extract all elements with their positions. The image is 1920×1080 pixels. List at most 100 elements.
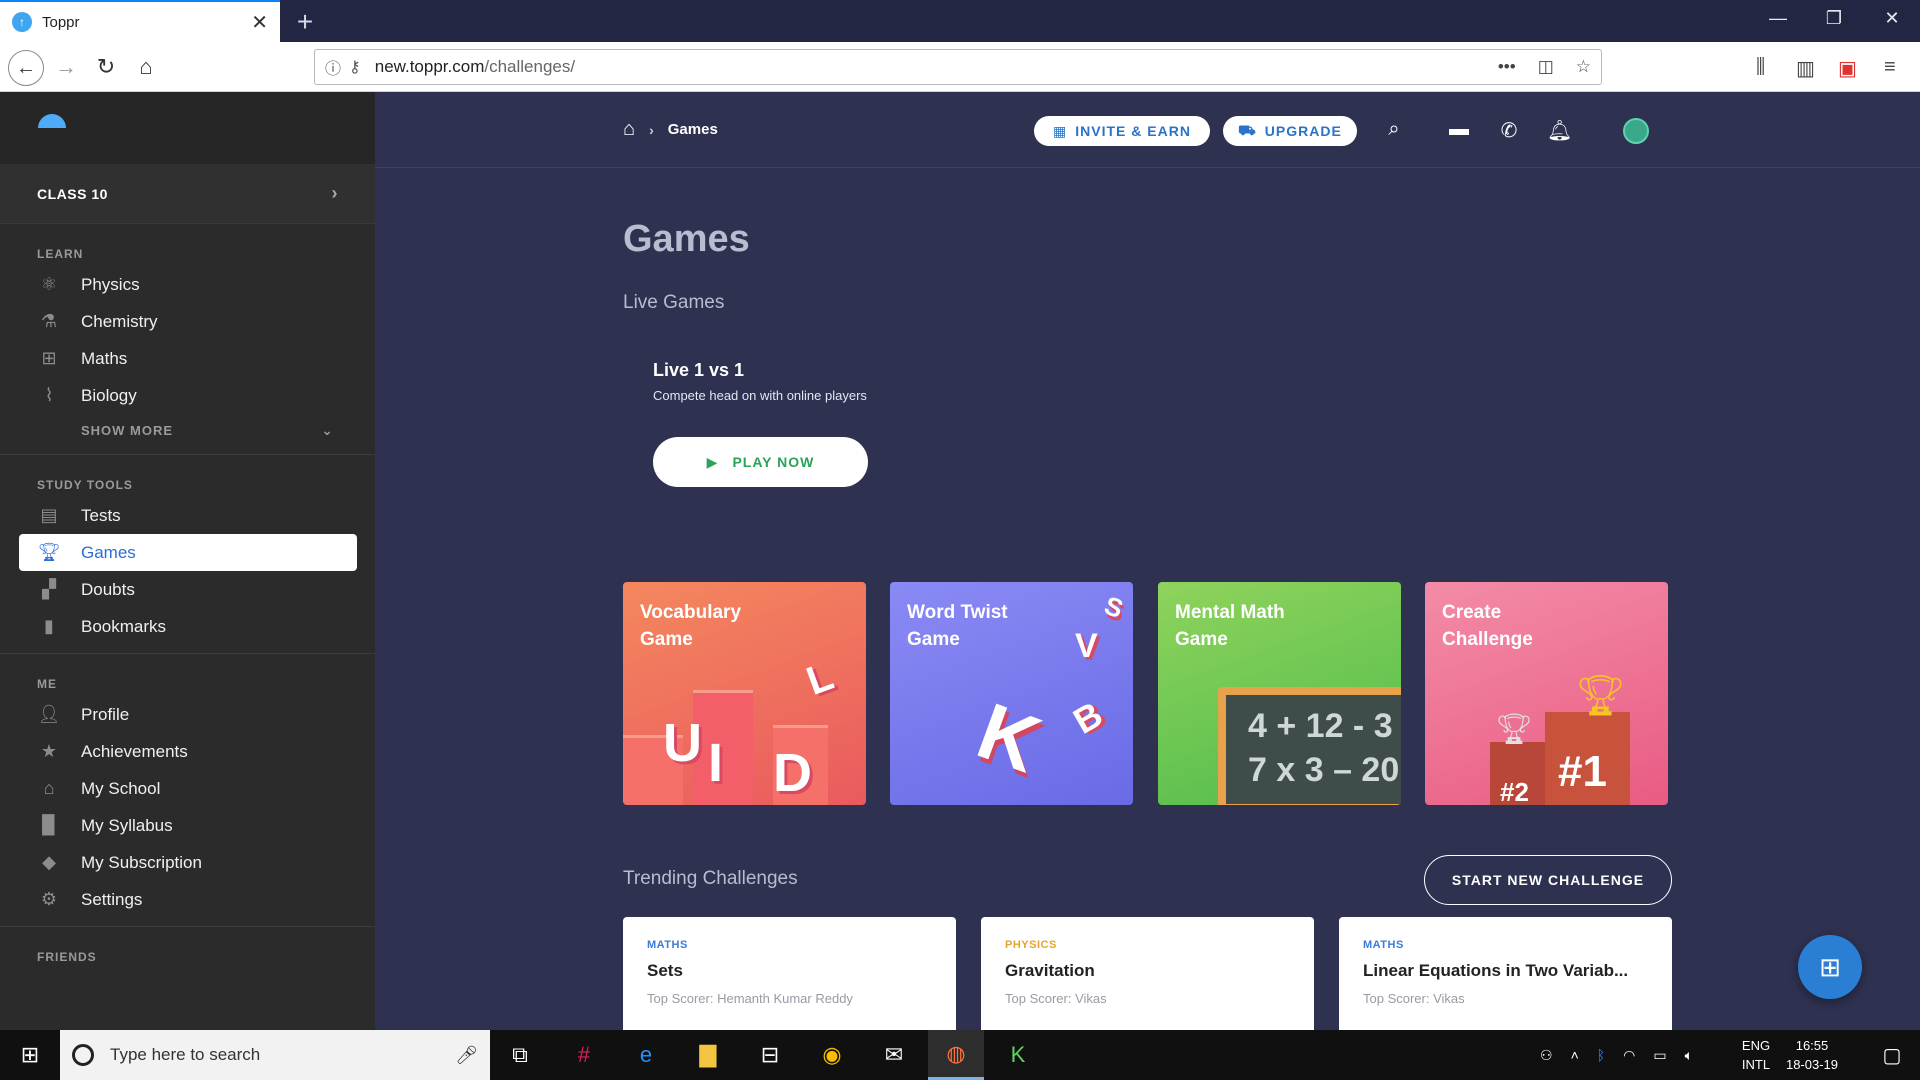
edge-icon[interactable]: e — [618, 1030, 674, 1080]
upgrade-button[interactable]: ⛟ UPGRADE — [1223, 116, 1357, 146]
game-card-title: Create Challenge — [1442, 602, 1533, 650]
wifi-icon[interactable]: ◠ — [1623, 1047, 1635, 1064]
reload-icon[interactable]: ↻ — [90, 51, 122, 83]
file-explorer-icon[interactable]: ▇ — [680, 1030, 736, 1080]
toppr-logo-icon[interactable] — [38, 114, 66, 128]
word-twist-game-card[interactable]: K B V S Word Twist Game — [890, 582, 1133, 805]
create-challenge-card[interactable]: #2 #1 🏆︎ 🏆︎ Create Challenge — [1425, 582, 1668, 805]
bookmark-star-icon[interactable]: ☆ — [1576, 57, 1591, 77]
slack-icon[interactable]: # — [556, 1030, 612, 1080]
home-icon[interactable]: ⌂ — [623, 118, 635, 141]
notifications-icon[interactable]: ▢ — [1864, 1030, 1920, 1080]
sidebar-item-games[interactable]: 🏆︎ Games — [19, 534, 357, 571]
class-selector[interactable]: CLASS 10 › — [0, 164, 375, 224]
challenge-card[interactable]: MATHS Sets Top Scorer: Hemanth Kumar Red… — [623, 917, 956, 1030]
me-section: ME 👤︎ Profile ★ Achievements ⌂ My School… — [0, 654, 375, 927]
sidebar-item-label: My Syllabus — [81, 815, 173, 835]
menu-icon[interactable]: ≡ — [1884, 56, 1896, 79]
new-tab-icon[interactable]: + — [290, 6, 320, 38]
task-view-icon[interactable]: ⧉ — [492, 1030, 548, 1080]
battery-icon[interactable]: ▭ — [1653, 1047, 1666, 1064]
clock[interactable]: 16:55 18-03-19 — [1782, 1036, 1842, 1074]
firefox-icon[interactable]: ◍ — [928, 1030, 984, 1080]
sidebar-item-biology[interactable]: ⌇ Biology — [0, 377, 375, 414]
sidebar-item-tests[interactable]: ▤ Tests — [0, 497, 375, 534]
sidebar-item-label: Settings — [81, 889, 143, 909]
sidebar-toggle-icon[interactable]: ▥ — [1796, 56, 1815, 81]
close-window-button[interactable]: ✕ — [1872, 8, 1912, 29]
people-icon[interactable]: ⚇ — [1540, 1047, 1553, 1064]
address-bar[interactable]: ⓘ ⚷ new.toppr.com/challenges/ ••• ◫ ☆ — [314, 49, 1602, 85]
chevron-right-icon: › — [649, 121, 654, 138]
invite-earn-label: INVITE & EARN — [1075, 123, 1191, 139]
sidebar-item-settings[interactable]: ⚙ Settings — [0, 881, 375, 918]
bluetooth-icon[interactable]: ᛒ — [1597, 1047, 1605, 1063]
home-icon[interactable]: ⌂ — [130, 51, 162, 83]
sidebar-item-doubts[interactable]: ▞ Doubts — [0, 571, 375, 608]
sidebar-item-label: Doubts — [81, 579, 135, 599]
messages-icon[interactable]: ▬ — [1447, 118, 1471, 141]
info-icon[interactable]: ⓘ — [325, 55, 341, 79]
game-card-title: Word Twist Game — [907, 602, 1008, 650]
input-language[interactable]: ENG INTL — [1736, 1036, 1776, 1074]
page-title: Games — [623, 218, 750, 260]
sidebar-item-label: Profile — [81, 704, 130, 724]
store-icon[interactable]: ⊟ — [742, 1030, 798, 1080]
show-more-toggle[interactable]: SHOW MORE ⌄ — [0, 414, 375, 446]
close-tab-icon[interactable]: ✕ — [251, 10, 268, 35]
minimize-button[interactable]: — — [1758, 8, 1798, 29]
forward-arrow-icon[interactable]: → — [50, 51, 82, 83]
more-actions-icon[interactable]: ••• — [1498, 57, 1516, 77]
challenge-subject: PHYSICS — [1005, 939, 1057, 951]
taskbar-search-box[interactable]: Type here to search 🎤︎ — [60, 1030, 490, 1080]
invite-earn-button[interactable]: ▦ INVITE & EARN — [1034, 116, 1210, 146]
sidebar-item-my-subscription[interactable]: ◆ My Subscription — [0, 844, 375, 881]
sidebar-item-profile[interactable]: 👤︎ Profile — [0, 696, 375, 733]
challenge-card[interactable]: PHYSICS Gravitation Top Scorer: Vikas — [981, 917, 1314, 1030]
back-arrow-icon[interactable]: ← — [8, 50, 44, 86]
chat-icon: ▞ — [42, 579, 56, 599]
url-host: new.toppr.com — [374, 57, 485, 76]
restore-button[interactable]: ❐ — [1814, 8, 1854, 29]
extension-icon[interactable]: ▣ — [1838, 56, 1857, 81]
vocabulary-game-card[interactable]: U I L D Vocabulary Game — [623, 582, 866, 805]
sidebar-item-my-school[interactable]: ⌂ My School — [0, 770, 375, 807]
sidebar-item-achievements[interactable]: ★ Achievements — [0, 733, 375, 770]
volume-icon[interactable]: 🔈︎ — [1685, 1047, 1693, 1064]
challenge-top-scorer: Top Scorer: Hemanth Kumar Reddy — [647, 991, 853, 1006]
library-icon[interactable]: ⫼ — [1756, 56, 1765, 79]
kite-icon[interactable]: K — [990, 1030, 1046, 1080]
microphone-icon[interactable]: 🎤︎ — [455, 1045, 478, 1066]
chat-fab-button[interactable]: ⊞ — [1798, 935, 1862, 999]
live-game-title: Live 1 vs 1 — [653, 360, 745, 380]
challenge-card[interactable]: MATHS Linear Equations in Two Variab... … — [1339, 917, 1672, 1030]
bell-icon[interactable]: 🔔︎ — [1547, 118, 1572, 143]
challenge-top-scorer: Top Scorer: Vikas — [1005, 991, 1107, 1006]
mail-icon[interactable]: ✉ — [866, 1030, 922, 1080]
show-hidden-icons-icon[interactable]: ˄ — [1571, 1047, 1579, 1063]
chrome-icon[interactable]: ◉ — [804, 1030, 860, 1080]
search-icon[interactable]: ⌕ — [1382, 118, 1406, 141]
phone-icon[interactable]: ✆ — [1497, 118, 1521, 143]
windows-start-icon[interactable]: ⊞ — [0, 1030, 60, 1080]
sidebar-item-label: Physics — [81, 274, 140, 294]
learn-heading: LEARN — [37, 247, 84, 261]
avatar[interactable] — [1623, 118, 1649, 144]
challenge-subject: MATHS — [1363, 939, 1404, 951]
sidebar-item-my-syllabus[interactable]: ▉ My Syllabus — [0, 807, 375, 844]
pocket-icon[interactable]: ◫ — [1538, 57, 1554, 77]
start-new-challenge-button[interactable]: START NEW CHALLENGE — [1424, 855, 1672, 905]
browser-tab[interactable]: ↑ Toppr ✕ — [0, 0, 280, 42]
sidebar-item-maths[interactable]: ⊞ Maths — [0, 340, 375, 377]
chalkboard-line: 7 x 3 – 20 — [1248, 751, 1400, 789]
play-now-button[interactable]: ▶ PLAY NOW — [653, 437, 868, 487]
sidebar-item-physics[interactable]: ⚛ Physics — [0, 266, 375, 303]
sidebar-item-label: Maths — [81, 348, 128, 368]
trophy-icon: 🏆︎ — [37, 542, 61, 562]
challenge-top-scorer: Top Scorer: Vikas — [1363, 991, 1465, 1006]
sidebar-item-chemistry[interactable]: ⚗ Chemistry — [0, 303, 375, 340]
sidebar-item-bookmarks[interactable]: ▮ Bookmarks — [0, 608, 375, 645]
mental-math-game-card[interactable]: 4 + 12 - 3 7 x 3 – 20 Mental Math Game — [1158, 582, 1401, 805]
lang-layout: INTL — [1741, 1057, 1771, 1072]
chalkboard-line: 4 + 12 - 3 — [1248, 707, 1393, 745]
